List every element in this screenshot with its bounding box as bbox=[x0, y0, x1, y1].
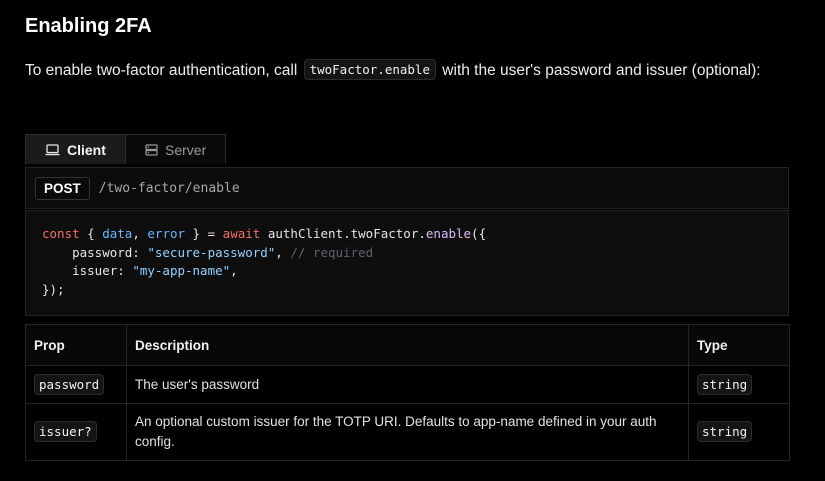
prop-cell: issuer? bbox=[25, 403, 127, 461]
type-cell: string bbox=[688, 365, 790, 404]
tab-server[interactable]: Server bbox=[125, 135, 225, 164]
code-token: data bbox=[102, 226, 133, 241]
server-icon bbox=[145, 143, 158, 156]
code-token: error bbox=[147, 226, 186, 241]
type-cell: string bbox=[688, 403, 790, 461]
code-token: } = bbox=[185, 226, 223, 241]
code-token: , bbox=[275, 244, 291, 260]
prop-name: password bbox=[34, 374, 105, 395]
intro-text-after: with the user's password and issuer (opt… bbox=[438, 62, 761, 79]
code-block[interactable]: const { data, error } = await authClient… bbox=[25, 210, 789, 316]
code-token: { bbox=[79, 226, 103, 241]
code-line-3: issuer: "my-app-name", bbox=[42, 262, 772, 281]
column-header-type: Type bbox=[688, 324, 790, 366]
doc-page: Enabling 2FA To enable two-factor authen… bbox=[0, 0, 825, 481]
tab-client[interactable]: Client bbox=[26, 135, 125, 164]
props-table: Prop Description Type password The user'… bbox=[25, 324, 790, 461]
code-token: authClient.twoFactor. bbox=[260, 226, 426, 241]
http-method-badge: POST bbox=[35, 176, 90, 200]
code-token: password: bbox=[42, 244, 148, 260]
code-token: const bbox=[42, 226, 80, 241]
code-token: ({ bbox=[471, 226, 487, 241]
inline-code: twoFactor.enable bbox=[303, 59, 436, 80]
prop-type: string bbox=[697, 374, 753, 395]
prop-name: issuer? bbox=[34, 421, 97, 442]
intro-text-before: To enable two-factor authentication, cal… bbox=[25, 62, 302, 79]
code-token: , bbox=[230, 263, 238, 278]
code-token: , bbox=[132, 226, 148, 241]
endpoint-path: /two-factor/enable bbox=[98, 180, 240, 196]
table-row: issuer? An optional custom issuer for th… bbox=[25, 403, 790, 461]
prop-cell: password bbox=[25, 365, 127, 404]
code-token: issuer: bbox=[42, 263, 133, 278]
table-row: password The user's password string bbox=[25, 365, 790, 404]
column-header-description: Description bbox=[126, 324, 689, 366]
column-header-prop: Prop bbox=[25, 324, 127, 366]
code-token: await bbox=[222, 226, 261, 241]
table-header-row: Prop Description Type bbox=[25, 324, 790, 366]
endpoint-bar: POST /two-factor/enable bbox=[25, 167, 789, 209]
code-line-4: }); bbox=[42, 281, 65, 297]
tab-client-label: Client bbox=[67, 141, 106, 158]
code-token: "secure-password" bbox=[147, 244, 276, 260]
code-comment: // required bbox=[290, 244, 374, 260]
code-line-2: password: "secure-password", // required bbox=[42, 244, 772, 263]
description-cell: An optional custom issuer for the TOTP U… bbox=[126, 403, 689, 461]
laptop-icon bbox=[45, 143, 60, 156]
intro-paragraph: To enable two-factor authentication, cal… bbox=[25, 56, 795, 86]
prop-type: string bbox=[697, 421, 753, 442]
description-cell: The user's password bbox=[126, 365, 689, 404]
code-token: "my-app-name" bbox=[132, 263, 231, 278]
code-token: enable bbox=[425, 226, 472, 241]
section-heading: Enabling 2FA bbox=[25, 15, 152, 37]
tab-server-label: Server bbox=[165, 141, 207, 158]
code-line-1: const { data, error } = await authClient… bbox=[42, 225, 772, 244]
code-tabs: Client Server bbox=[25, 134, 226, 164]
